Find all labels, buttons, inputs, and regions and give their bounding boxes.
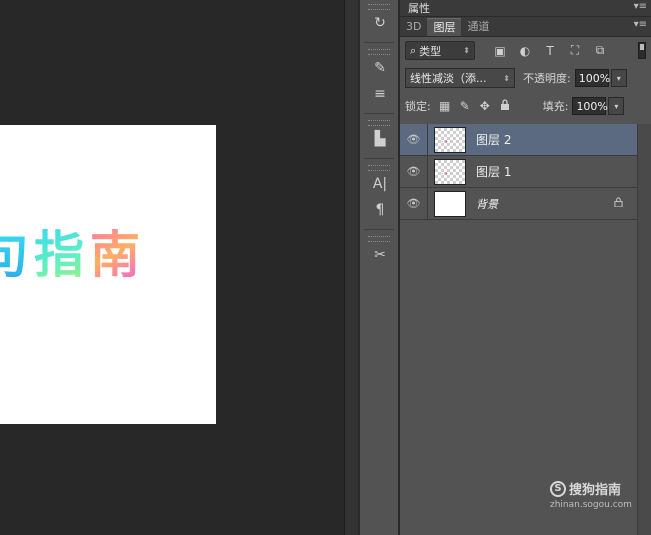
- lock-row: 锁定: ▦ ✎ ✥ 填充: 100% ▾: [400, 92, 651, 120]
- layers-scrollbar[interactable]: [637, 124, 651, 535]
- lock-label: 锁定:: [405, 100, 431, 113]
- updown-arrows-icon: ⬍: [503, 73, 510, 83]
- lock-all-icon[interactable]: [495, 99, 515, 113]
- lock-transparent-icon[interactable]: ▦: [435, 99, 455, 113]
- layer-thumbnail: ·•·: [434, 126, 466, 153]
- eye-icon[interactable]: 👁: [400, 187, 428, 220]
- adjustment-filter-icon[interactable]: ◐: [514, 44, 536, 58]
- canvas-text: 句指南: [0, 215, 146, 287]
- watermark-url: zhinan.sogou.com: [550, 500, 632, 510]
- filter-row: ⌕ 类型 ⬍ ▣ ◐ T ⛶ ⧉: [400, 37, 651, 64]
- layer-thumbnail: [434, 190, 466, 217]
- tab-layers[interactable]: 图层: [427, 18, 462, 36]
- canvas-scrollbar[interactable]: [344, 0, 358, 535]
- tool-presets-icon[interactable]: ✂: [360, 242, 400, 268]
- document-canvas[interactable]: 句指南: [0, 125, 216, 424]
- canvas-char-3: 南: [90, 215, 146, 287]
- layer-row[interactable]: 👁 ·•· 图层 2: [400, 123, 637, 156]
- layer-filter-select[interactable]: ⌕ 类型 ⬍: [405, 41, 475, 60]
- canvas-char-1: 句: [0, 215, 34, 287]
- brush-preset-icon[interactable]: ✎: [360, 55, 400, 81]
- blend-mode-select[interactable]: 线性减淡（添... ⬍: [405, 68, 515, 88]
- pixel-filter-icon[interactable]: ▣: [489, 44, 511, 58]
- updown-arrows-icon: ⬍: [463, 46, 470, 55]
- lock-image-icon[interactable]: ✎: [455, 99, 475, 113]
- layer-row[interactable]: 👁 背景: [400, 187, 637, 220]
- watermark-brand: 搜狗指南: [569, 483, 622, 498]
- search-icon: ⌕: [410, 43, 417, 57]
- properties-title: 属性: [408, 2, 430, 15]
- opacity-label: 不透明度:: [523, 72, 571, 85]
- panel-menu-icon[interactable]: ▾≡: [634, 19, 647, 30]
- strip-divider: [364, 42, 394, 43]
- layers-panel-tabs: 3D 图层 通道 ▾≡: [400, 17, 651, 37]
- layer-row[interactable]: 👁 ·•· 图层 1: [400, 155, 637, 188]
- smart-object-filter-icon[interactable]: ⧉: [589, 43, 611, 58]
- eye-icon[interactable]: 👁: [400, 123, 428, 156]
- opacity-input[interactable]: 100%: [574, 69, 610, 87]
- shape-filter-icon[interactable]: ⛶: [564, 43, 586, 58]
- canvas-area[interactable]: 句指南: [0, 0, 344, 535]
- eye-icon[interactable]: 👁: [400, 155, 428, 188]
- strip-divider: [364, 158, 394, 159]
- lock-position-icon[interactable]: ✥: [475, 99, 495, 113]
- blend-mode-value: 线性减淡（添...: [410, 72, 487, 85]
- sogou-s-icon: S: [550, 480, 566, 497]
- filter-kind-label: 类型: [419, 44, 442, 58]
- panel-menu-icon[interactable]: ▾≡: [634, 1, 647, 12]
- history-icon[interactable]: ↻: [360, 10, 400, 36]
- adjustments-icon[interactable]: ≡: [360, 81, 400, 107]
- lock-icon: [614, 197, 623, 210]
- tab-channels[interactable]: 通道: [461, 18, 495, 36]
- layer-thumbnail: ·•·: [434, 158, 466, 185]
- layer-name: 图层 1: [476, 165, 512, 179]
- properties-panel-header[interactable]: 属性 ▾≡: [400, 0, 651, 17]
- sogou-logo: S 搜狗指南: [550, 479, 632, 498]
- panel-icon-strip: ↻ ✎ ≡ ▙ A| ¶ ✂: [359, 0, 399, 535]
- layer-name: 图层 2: [476, 133, 512, 147]
- fill-label: 填充:: [542, 100, 569, 113]
- blend-row: 线性减淡（添... ⬍ 不透明度: 100% ▾: [400, 64, 651, 92]
- watermark: S 搜狗指南 zhinan.sogou.com: [550, 479, 632, 510]
- clone-source-icon[interactable]: ▙: [360, 126, 400, 152]
- tab-3d[interactable]: 3D: [400, 18, 427, 36]
- fill-input[interactable]: 100%: [572, 97, 608, 115]
- layer-name: 背景: [476, 197, 498, 211]
- opacity-dropdown-button[interactable]: ▾: [610, 69, 627, 87]
- layer-list: 👁 ·•· 图层 2 👁 ·•· 图层 1 👁 背景: [400, 123, 637, 220]
- paragraph-icon[interactable]: ¶: [360, 197, 400, 223]
- fill-dropdown-button[interactable]: ▾: [608, 97, 625, 115]
- photoshop-window: 句指南 ↻ ✎ ≡ ▙ A| ¶ ✂ 属性 ▾≡ 3D 图层 通道 ▾≡ ⌕ 类…: [0, 0, 651, 535]
- filter-toggle-switch[interactable]: [638, 42, 646, 59]
- strip-divider: [364, 229, 394, 230]
- canvas-char-2: 指: [34, 215, 90, 287]
- character-icon[interactable]: A|: [360, 171, 400, 197]
- strip-divider: [364, 113, 394, 114]
- type-filter-icon[interactable]: T: [539, 44, 561, 58]
- panels-column: 属性 ▾≡ 3D 图层 通道 ▾≡ ⌕ 类型 ⬍ ▣ ◐ T ⛶ ⧉ 线性减淡（…: [400, 0, 651, 535]
